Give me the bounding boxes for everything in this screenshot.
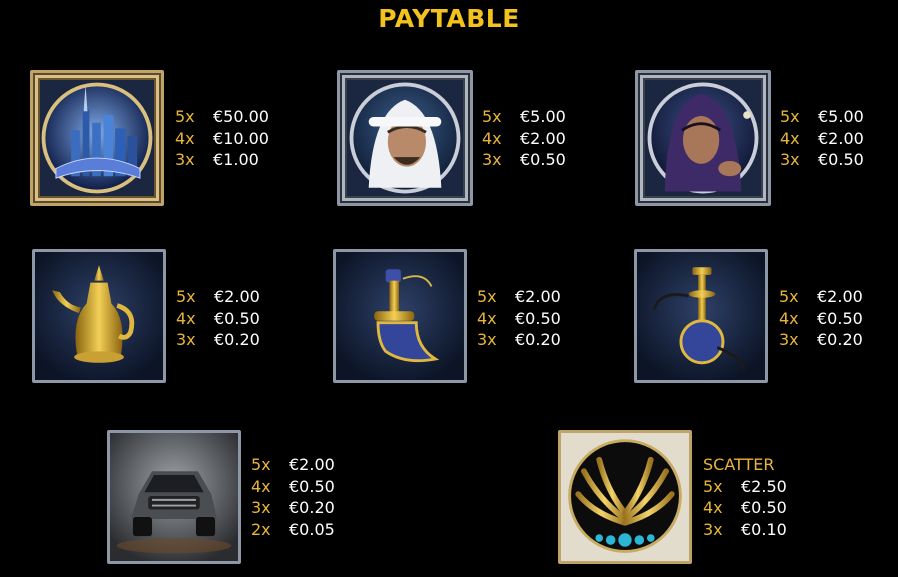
pay-row: 3x €0.20 — [251, 497, 335, 519]
pay-amount: €0.10 — [741, 519, 787, 539]
pay-count: 3x — [780, 150, 800, 169]
pay-count: 4x — [703, 498, 723, 517]
pay-amount: €2.00 — [289, 455, 335, 474]
pay-amount: €0.50 — [289, 476, 335, 496]
pay-row: 5x €2.00 — [176, 286, 260, 308]
hookah-pay-list: 5x €2.00 4x €0.50 3x €0.20 — [779, 286, 863, 351]
woman-symbol-icon — [635, 70, 771, 206]
pay-count: 5x — [176, 287, 196, 306]
coffee-pot-symbol-icon — [32, 249, 166, 383]
man-pay-list: 5x €5.00 4x €2.00 3x €0.50 — [482, 106, 566, 171]
pay-count: 4x — [482, 128, 502, 148]
pay-row: 3x €0.20 — [176, 329, 260, 351]
pay-count: 4x — [477, 308, 497, 328]
pay-row: 3x €1.00 — [175, 149, 269, 171]
pay-row: 3x €0.20 — [477, 329, 561, 351]
palm-scatter-symbol-icon — [558, 430, 692, 564]
palm-scatter-pay-list: SCATTER 5x €2.50 4x €0.50 3x €0.10 — [703, 454, 787, 540]
dagger-pay-list: 5x €2.00 4x €0.50 3x €0.20 — [477, 286, 561, 351]
pay-amount: €2.00 — [515, 287, 561, 306]
pay-row: 4x €2.00 — [780, 128, 864, 150]
pay-row: 5x €2.00 — [779, 286, 863, 308]
pay-count: 5x — [779, 287, 799, 306]
dagger-symbol-icon — [333, 249, 467, 383]
pay-row: 3x €0.50 — [780, 149, 864, 171]
pay-count: 4x — [176, 308, 196, 328]
pay-amount: €0.50 — [817, 308, 863, 328]
pay-count: 3x — [482, 150, 502, 169]
pay-count: 4x — [779, 308, 799, 328]
pay-amount: €2.00 — [818, 128, 864, 148]
pay-amount: €0.50 — [741, 498, 787, 517]
pay-row: 3x €0.50 — [482, 149, 566, 171]
pay-row: 3x €0.20 — [779, 329, 863, 351]
scatter-label: SCATTER — [703, 455, 775, 474]
pay-amount: €2.00 — [817, 287, 863, 306]
pay-amount: €0.20 — [214, 330, 260, 349]
pay-count: 3x — [477, 330, 497, 349]
man-symbol-icon — [337, 70, 473, 206]
pay-amount: €0.20 — [817, 330, 863, 349]
pay-amount: €5.00 — [818, 107, 864, 126]
pay-amount: €0.05 — [289, 519, 335, 539]
woman-pay-list: 5x €5.00 4x €2.00 3x €0.50 — [780, 106, 864, 171]
pay-amount: €1.00 — [213, 150, 259, 169]
pay-count: 5x — [175, 107, 195, 126]
hookah-symbol-icon — [634, 249, 768, 383]
pay-amount: €0.20 — [289, 498, 335, 517]
city-pay-list: 5x €50.00 4x €10.00 3x €1.00 — [175, 106, 269, 171]
pay-count: 5x — [477, 287, 497, 306]
pay-row: 4x €0.50 — [477, 308, 561, 330]
pay-amount: €0.20 — [515, 330, 561, 349]
pay-amount: €0.50 — [520, 150, 566, 169]
pay-row: 5x €2.50 — [703, 476, 787, 498]
scatter-label-row: SCATTER — [703, 454, 787, 476]
pay-amount: €0.50 — [515, 308, 561, 328]
coffee-pot-pay-list: 5x €2.00 4x €0.50 3x €0.20 — [176, 286, 260, 351]
pay-count: 5x — [482, 107, 502, 126]
pay-amount: €0.50 — [818, 150, 864, 169]
pay-row: 4x €2.00 — [482, 128, 566, 150]
city-symbol-icon — [30, 70, 164, 206]
pay-count: 3x — [779, 330, 799, 349]
pay-row: 4x €0.50 — [703, 497, 787, 519]
pay-amount: €2.00 — [214, 287, 260, 306]
pay-amount: €50.00 — [213, 107, 269, 126]
pay-row: 5x €2.00 — [251, 454, 335, 476]
pay-count: 2x — [251, 519, 271, 539]
pay-row: 4x €0.50 — [779, 308, 863, 330]
pay-row: 4x €0.50 — [251, 476, 335, 498]
pay-amount: €2.50 — [741, 476, 787, 496]
suv-symbol-icon — [107, 430, 241, 564]
pay-count: 5x — [251, 455, 271, 474]
pay-count: 3x — [703, 519, 723, 539]
pay-row: 3x €0.10 — [703, 519, 787, 541]
pay-amount: €10.00 — [213, 128, 269, 148]
paytable-title: PAYTABLE — [378, 4, 520, 33]
pay-amount: €0.50 — [214, 308, 260, 328]
pay-count: 4x — [251, 476, 271, 496]
pay-row: 4x €0.50 — [176, 308, 260, 330]
pay-amount: €2.00 — [520, 128, 566, 148]
pay-row: 5x €5.00 — [482, 106, 566, 128]
pay-amount: €5.00 — [520, 107, 566, 126]
pay-count: 3x — [251, 498, 271, 517]
pay-count: 4x — [175, 128, 195, 148]
pay-row: 4x €10.00 — [175, 128, 269, 150]
pay-row: 5x €2.00 — [477, 286, 561, 308]
pay-count: 4x — [780, 128, 800, 148]
pay-count: 3x — [176, 330, 196, 349]
suv-pay-list: 5x €2.00 4x €0.50 3x €0.20 2x €0.05 — [251, 454, 335, 540]
pay-row: 2x €0.05 — [251, 519, 335, 541]
pay-count: 5x — [780, 107, 800, 126]
pay-count: 3x — [175, 150, 195, 169]
pay-row: 5x €50.00 — [175, 106, 269, 128]
pay-count: 5x — [703, 476, 723, 496]
pay-row: 5x €5.00 — [780, 106, 864, 128]
